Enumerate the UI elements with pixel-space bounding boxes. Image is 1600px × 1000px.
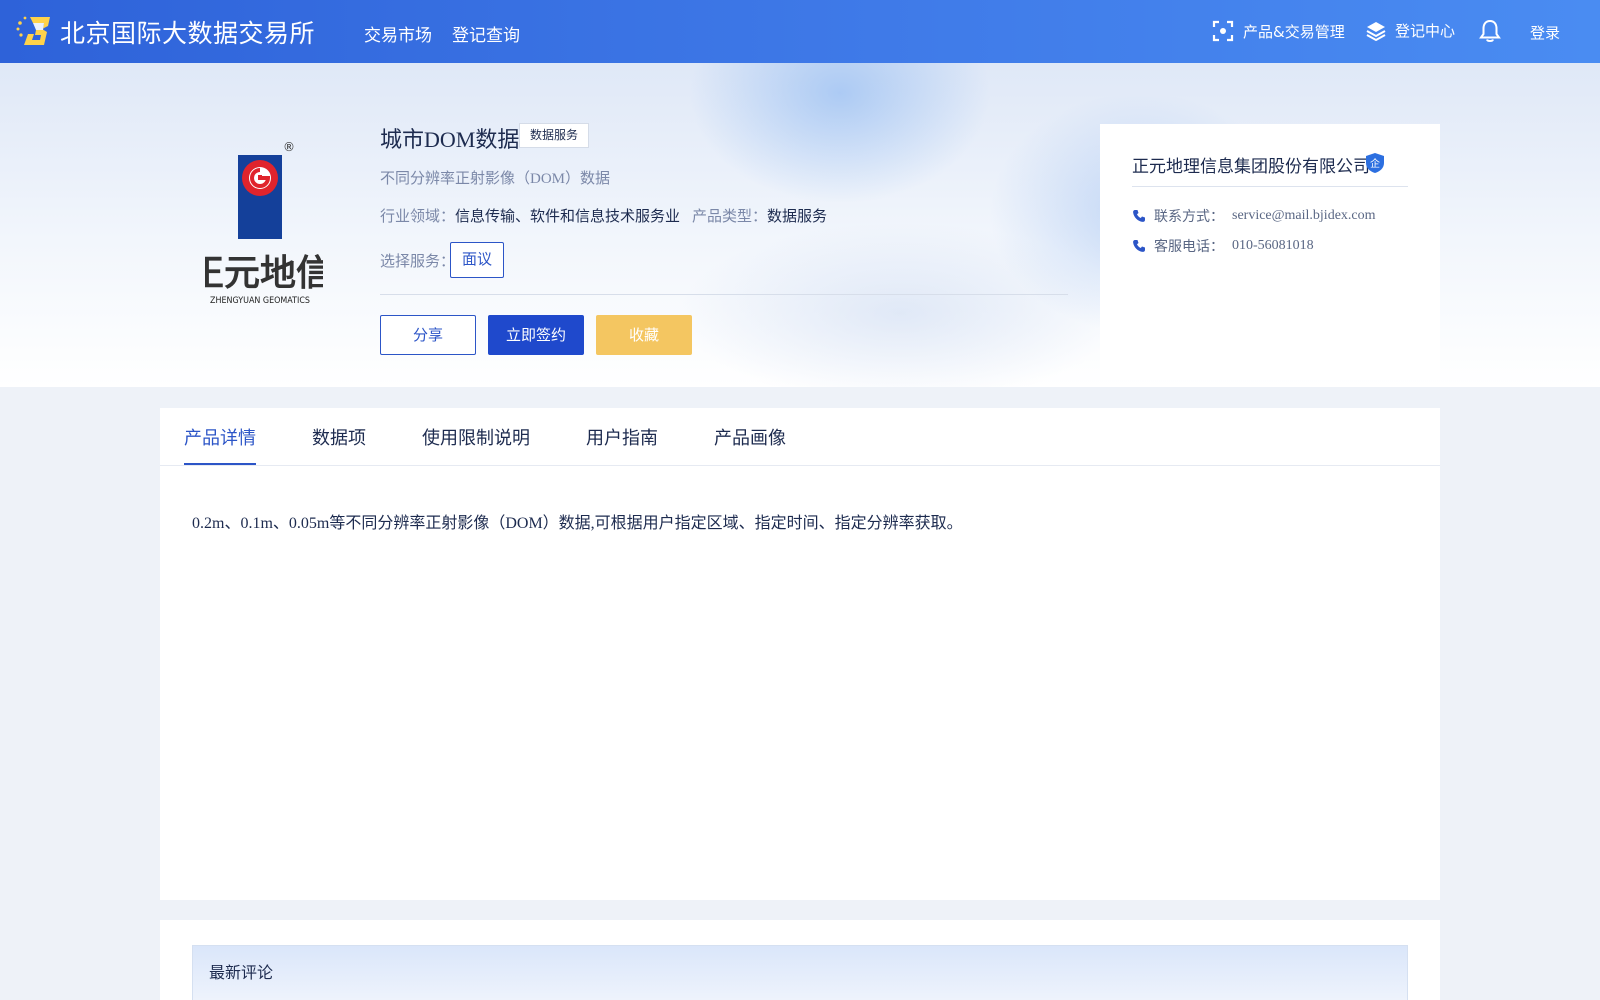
industry-value: 信息传输、软件和信息技术服务业 [455, 209, 681, 225]
notification-bell-icon[interactable] [1479, 19, 1501, 43]
phone-icon [1133, 210, 1145, 222]
phone-icon [1133, 240, 1145, 252]
service-phone[interactable]: 010-56081018 [1232, 238, 1314, 254]
service-option-negotiable[interactable]: 面议 [450, 242, 504, 278]
favorite-button[interactable]: 收藏 [596, 315, 692, 355]
product-trade-management-link[interactable]: 产品&交易管理 [1212, 20, 1345, 42]
layers-icon [1366, 21, 1386, 41]
top-header: 北京国际大数据交易所 交易市场 登记查询 产品&交易管理 登记中心 登录 [0, 0, 1600, 63]
product-trade-management-label: 产品&交易管理 [1243, 22, 1345, 41]
product-detail-panel: 产品详情 数据项 使用限制说明 用户指南 产品画像 0.2m、0.1m、0.05… [160, 408, 1440, 900]
enterprise-verified-badge-icon: 企 [1366, 153, 1384, 173]
product-tag: 数据服务 [519, 123, 590, 148]
industry-field: 行业领域：信息传输、软件和信息技术服务业 [380, 205, 680, 226]
sign-now-button[interactable]: 立即签约 [488, 315, 584, 355]
active-tab-indicator [184, 463, 256, 465]
hero-divider [380, 294, 1068, 295]
product-hero: ® 正元地信 ZHENGYUAN GEOMATICS 城市DOM数据 数据服务 … [0, 63, 1600, 387]
register-center-label: 登记中心 [1395, 22, 1456, 40]
contact-email[interactable]: service@mail.bjidex.com [1232, 208, 1376, 224]
tab-data-items[interactable]: 数据项 [312, 424, 366, 450]
product-type-label: 产品类型： [692, 209, 768, 225]
tab-product-profile[interactable]: 产品画像 [714, 424, 786, 450]
detail-tabs: 产品详情 数据项 使用限制说明 用户指南 产品画像 [160, 408, 1440, 466]
contact-email-row: 联系方式： service@mail.bjidex.com [1132, 206, 1376, 226]
login-link[interactable]: 登录 [1530, 22, 1560, 43]
service-select-label: 选择服务： [380, 254, 456, 270]
product-description: 不同分辨率正射影像（DOM）数据 [380, 171, 611, 187]
tab-user-guide[interactable]: 用户指南 [586, 424, 658, 450]
phone-label: 客服电话： [1154, 239, 1224, 255]
contact-phone-row: 客服电话： 010-56081018 [1132, 236, 1314, 256]
share-button[interactable]: 分享 [380, 315, 476, 355]
company-card-divider [1132, 186, 1408, 187]
product-type-value: 数据服务 [767, 209, 828, 225]
industry-label: 行业领域： [380, 209, 456, 225]
bjidex-logo-icon[interactable] [16, 14, 52, 48]
zhengyuan-brand-logo: ® 正元地信 ZHENGYUAN GEOMATICS [205, 140, 323, 305]
company-card: 正元地理信息集团股份有限公司 企 联系方式： service@mail.bjid… [1100, 124, 1440, 380]
product-title: 城市DOM数据 [380, 127, 520, 152]
registered-mark: ® [283, 140, 295, 154]
product-type-field: 产品类型：数据服务 [692, 205, 827, 226]
scan-focus-icon [1212, 20, 1234, 42]
nav-registration-query[interactable]: 登记查询 [452, 21, 520, 46]
company-name[interactable]: 正元地理信息集团股份有限公司 [1132, 152, 1370, 177]
comments-title: 最新评论 [209, 963, 274, 982]
register-center-link[interactable]: 登记中心 [1366, 20, 1455, 41]
tab-usage-restrictions[interactable]: 使用限制说明 [422, 424, 530, 450]
brand-subtext: ZHENGYUAN GEOMATICS [210, 296, 310, 305]
contact-label: 联系方式： [1154, 209, 1224, 225]
product-detail-text: 0.2m、0.1m、0.05m等不同分辨率正射影像（DOM）数据,可根据用户指定… [192, 515, 963, 532]
enterprise-badge-text: 企 [1370, 157, 1380, 170]
site-title[interactable]: 北京国际大数据交易所 [60, 14, 315, 50]
nav-trade-market[interactable]: 交易市场 [364, 21, 432, 46]
comments-header: 最新评论 [192, 945, 1408, 1000]
tab-product-details[interactable]: 产品详情 [184, 424, 256, 450]
comments-section: 最新评论 [160, 920, 1440, 1000]
brand-wordmark: 正元地信 [205, 253, 323, 294]
